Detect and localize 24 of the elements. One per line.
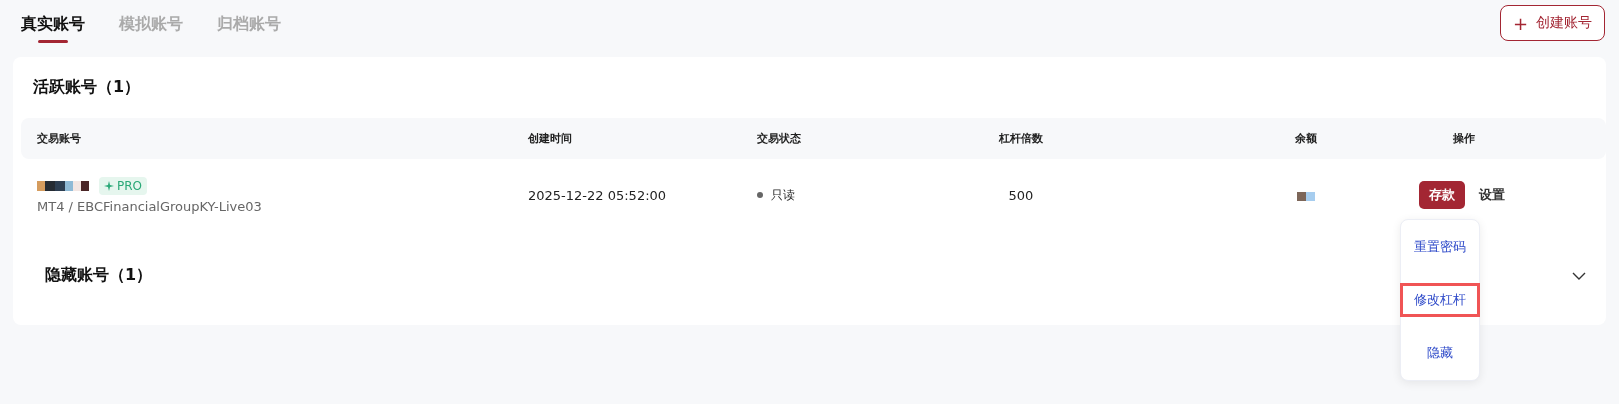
chevron-icon[interactable] <box>1572 271 1586 280</box>
table-cell: 500 <box>1008 187 1034 203</box>
status-text: 只读 <box>771 186 795 204</box>
menu-item[interactable]: 修改杠杆 <box>1400 283 1480 317</box>
server-name: MT4 / EBCFinancialGroupKY-Live03 <box>37 198 263 214</box>
pro-badge: PRO <box>99 176 148 195</box>
redacted-balance <box>1297 191 1315 201</box>
column-header: 交易状态 <box>757 131 802 146</box>
menu-item[interactable]: 隐藏 <box>1400 336 1480 371</box>
deposit-button[interactable]: 存款 <box>1419 181 1465 209</box>
settings-button[interactable]: 设置 <box>1475 182 1509 208</box>
tab[interactable]: 真实账号 <box>15 4 91 45</box>
column-header: 操作 <box>1452 131 1476 146</box>
section-title: 活跃账号（1） <box>33 77 142 98</box>
create-account-button[interactable]: + 创建账号 <box>1499 5 1605 41</box>
status-dot <box>757 192 763 198</box>
column-header: 余额 <box>1294 131 1318 146</box>
menu-item[interactable]: 重置密码 <box>1400 229 1480 264</box>
column-header: 创建时间 <box>528 131 573 146</box>
sparkle-icon <box>104 180 114 191</box>
column-header: 杠杆倍数 <box>998 131 1044 146</box>
table-cell-text: 2025-12-22 05:52:00 <box>528 187 668 203</box>
section-title: 隐藏账号（1） <box>45 265 153 286</box>
column-header: 交易账号 <box>37 131 82 146</box>
